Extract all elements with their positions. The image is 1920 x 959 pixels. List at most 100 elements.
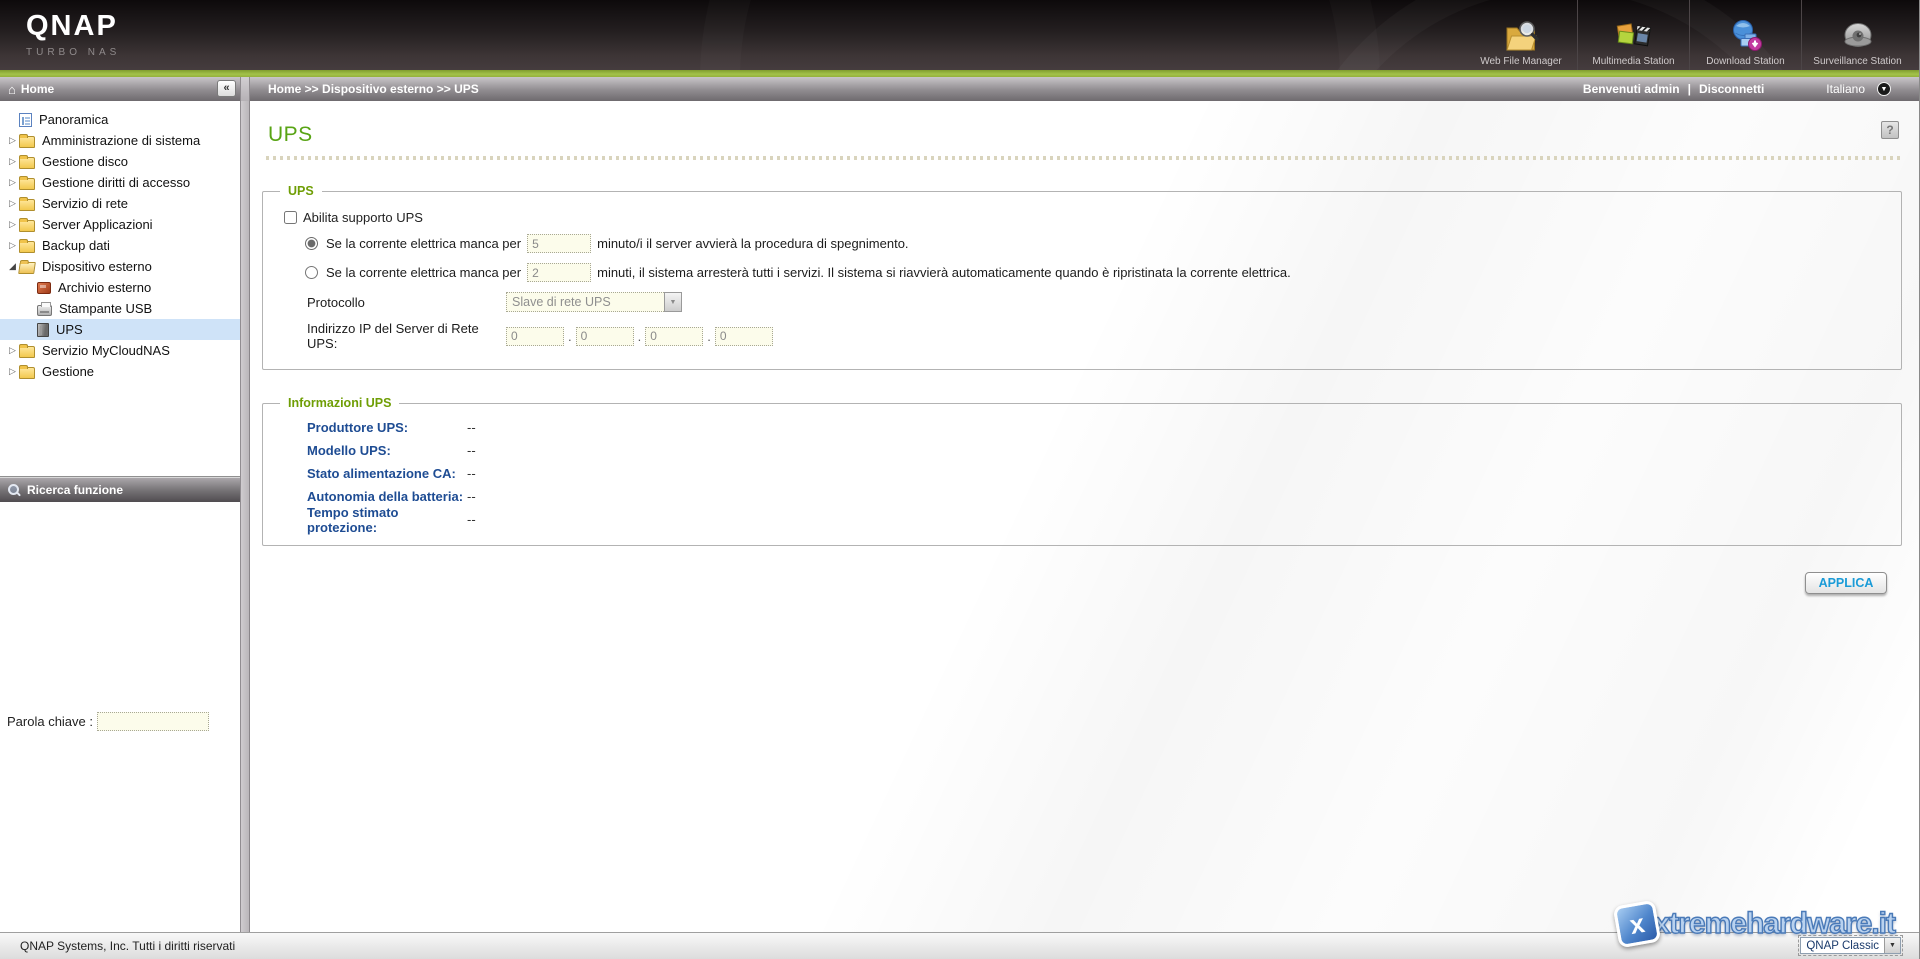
protocol-label: Protocollo (307, 295, 506, 310)
logout-link[interactable]: Disconnetti (1699, 82, 1764, 96)
chevron-down-icon[interactable]: ▼ (1884, 938, 1900, 953)
qnap-logo-text: QNAP (26, 10, 120, 43)
ups-info-legend: Informazioni UPS (280, 396, 399, 410)
expand-arrow-icon[interactable] (6, 366, 19, 377)
apply-button[interactable]: APPLICA (1805, 572, 1887, 594)
ip-label: Indirizzo IP del Server di Rete UPS: (307, 321, 506, 351)
download-station-icon (1727, 16, 1765, 54)
qnap-admin-screen: QNAP Turbo NAS Web File Manager (0, 0, 1920, 959)
dotted-separator (266, 156, 1904, 160)
stop-services-minutes-input[interactable] (527, 263, 591, 282)
expand-arrow-icon[interactable] (6, 135, 19, 146)
station-label: Web File Manager (1480, 56, 1562, 67)
language-label[interactable]: Italiano (1826, 82, 1865, 96)
theme-selector[interactable]: QNAP Classic ▼ (1798, 935, 1903, 956)
sidebar-item-ups[interactable]: UPS (0, 319, 240, 340)
sidebar-item-archivio-esterno[interactable]: Archivio esterno (0, 277, 240, 298)
collapse-arrow-icon[interactable] (6, 261, 19, 272)
station-label: Download Station (1706, 56, 1784, 67)
sidebar-item-servizio-di-rete[interactable]: Servizio di rete (0, 193, 240, 214)
expand-arrow-icon[interactable] (6, 219, 19, 230)
folder-icon (19, 136, 35, 148)
station-label: Surveillance Station (1813, 56, 1901, 67)
body-row: Panoramica Amministrazione di sistema Ge… (0, 101, 1919, 932)
station-multimedia-station[interactable]: Multimedia Station (1577, 0, 1689, 70)
enable-ups-label: Abilita supporto UPS (303, 210, 423, 225)
ip-octet-1-input[interactable] (506, 327, 564, 346)
expand-arrow-icon[interactable] (6, 156, 19, 167)
ups-server-ip-row: Indirizzo IP del Server di Rete UPS: . .… (263, 316, 1901, 355)
station-label: Multimedia Station (1592, 56, 1674, 67)
sidebar-item-gestione-diritti-di-accesso[interactable]: Gestione diritti di accesso (0, 172, 240, 193)
station-shortcuts: Web File Manager Multimedi (1465, 0, 1913, 70)
help-icon[interactable]: ? (1881, 121, 1899, 139)
navigation-bars: Home « Home >> Dispositivo esterno >> UP… (0, 77, 1919, 101)
multimedia-station-icon (1615, 16, 1653, 54)
sidebar-item-dispositivo-esterno[interactable]: Dispositivo esterno (0, 256, 240, 277)
ups-device-icon (37, 323, 49, 337)
ip-octet-4-input[interactable] (715, 327, 773, 346)
function-search-header: Ricerca funzione (0, 477, 240, 502)
welcome-text: Benvenuti admin (1583, 82, 1680, 96)
app-header: QNAP Turbo NAS Web File Manager (0, 0, 1919, 70)
expand-arrow-icon[interactable] (6, 240, 19, 251)
shutdown-minutes-input[interactable] (527, 234, 591, 253)
station-download-station[interactable]: Download Station (1689, 0, 1801, 70)
page-title: UPS (268, 123, 1919, 147)
surveillance-station-icon (1839, 16, 1877, 54)
search-icon (8, 484, 20, 496)
enable-ups-row: Abilita supporto UPS (263, 204, 1901, 229)
enable-ups-checkbox[interactable] (284, 211, 297, 224)
sidebar-title: Home (21, 82, 54, 96)
sidebar-item-server-applicazioni[interactable]: Server Applicazioni (0, 214, 240, 235)
sidebar-item-gestione-disco[interactable]: Gestione disco (0, 151, 240, 172)
sidebar-item-servizio-mycloudnas[interactable]: Servizio MyCloudNAS (0, 340, 240, 361)
copyright-text: QNAP Systems, Inc. Tutti i diritti riser… (20, 939, 235, 953)
turbo-nas-subtitle: Turbo NAS (26, 47, 120, 58)
stop-services-radio[interactable] (305, 266, 318, 279)
ip-octet-3-input[interactable] (645, 327, 703, 346)
folder-icon (19, 220, 35, 232)
overview-icon (19, 113, 32, 127)
protocol-select[interactable]: Slave di rete UPS ▼ (506, 292, 682, 312)
sidebar-item-gestione[interactable]: Gestione (0, 361, 240, 382)
folder-icon (19, 157, 35, 169)
info-row-battery-capacity: Autonomia della batteria: -- (263, 485, 1901, 508)
web-file-manager-icon (1502, 16, 1540, 54)
info-row-model: Modello UPS: -- (263, 439, 1901, 462)
keyword-label: Parola chiave : (7, 714, 93, 729)
bars-divider (240, 77, 250, 101)
info-row-ac-status: Stato alimentazione CA: -- (263, 462, 1901, 485)
theme-name: QNAP Classic (1801, 940, 1884, 952)
keyword-input[interactable] (97, 712, 209, 731)
expand-arrow-icon[interactable] (6, 177, 19, 188)
qnap-logo: QNAP Turbo NAS (0, 0, 120, 70)
folder-icon (19, 241, 35, 253)
shutdown-option-row: Se la corrente elettrica manca per minut… (263, 229, 1901, 258)
sidebar-item-backup-dati[interactable]: Backup dati (0, 235, 240, 256)
station-web-file-manager[interactable]: Web File Manager (1465, 0, 1577, 70)
sidebar-item-amministrazione-di-sistema[interactable]: Amministrazione di sistema (0, 130, 240, 151)
chevron-down-icon: ▼ (664, 292, 682, 312)
ups-settings-legend: UPS (280, 184, 322, 198)
sidebar: Panoramica Amministrazione di sistema Ge… (0, 101, 240, 932)
expand-arrow-icon[interactable] (6, 198, 19, 209)
ups-info-fieldset: Informazioni UPS Produttore UPS: -- Mode… (262, 396, 1902, 546)
sidebar-content-divider (240, 101, 250, 932)
sidebar-item-panoramica[interactable]: Panoramica (0, 109, 240, 130)
station-surveillance-station[interactable]: Surveillance Station (1801, 0, 1913, 70)
external-storage-icon (37, 282, 51, 294)
protocol-row: Protocollo Slave di rete UPS ▼ (263, 287, 1901, 316)
sidebar-item-stampante-usb[interactable]: Stampante USB (0, 298, 240, 319)
shutdown-radio[interactable] (305, 237, 318, 250)
ip-octet-2-input[interactable] (576, 327, 634, 346)
function-search-panel: Parola chiave : (0, 502, 240, 932)
sidebar-collapse-button[interactable]: « (217, 80, 236, 97)
expand-arrow-icon[interactable] (6, 345, 19, 356)
language-dropdown-icon[interactable]: ▼ (1877, 82, 1891, 96)
navigation-tree: Panoramica Amministrazione di sistema Ge… (0, 101, 240, 477)
stop-services-option-row: Se la corrente elettrica manca per minut… (263, 258, 1901, 287)
apply-row: APPLICA (250, 546, 1919, 594)
footer: QNAP Systems, Inc. Tutti i diritti riser… (0, 932, 1919, 959)
folder-icon (19, 178, 35, 190)
